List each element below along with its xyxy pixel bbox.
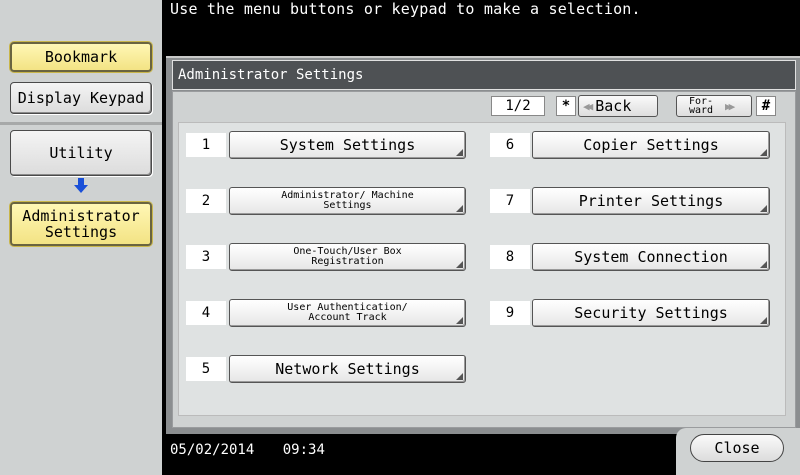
security-settings-button[interactable]: Security Settings xyxy=(532,299,770,327)
hash-key[interactable]: # xyxy=(756,96,776,116)
menu-label: Printer Settings xyxy=(578,192,724,210)
top-message-bar: Use the menu buttons or keypad to make a… xyxy=(162,0,800,56)
datetime: 05/02/2014 09:34 xyxy=(170,442,325,458)
back-button[interactable]: ◀◀ Back xyxy=(578,95,658,117)
time-text: 09:34 xyxy=(282,442,325,458)
printer-settings-button[interactable]: Printer Settings xyxy=(532,187,770,215)
copier-settings-button[interactable]: Copier Settings xyxy=(532,131,770,159)
menu-number: 1 xyxy=(186,133,226,157)
network-settings-button[interactable]: Network Settings xyxy=(229,355,466,383)
close-button[interactable]: Close xyxy=(690,434,784,462)
one-touch-user-box-registration-button[interactable]: One-Touch/User Box Registration xyxy=(229,243,466,271)
separator xyxy=(0,122,162,125)
menu-number: 6 xyxy=(490,133,530,157)
display-keypad-button[interactable]: Display Keypad xyxy=(10,82,152,114)
system-connection-button[interactable]: System Connection xyxy=(532,243,770,271)
forward-button[interactable]: For-ward ▶▶ xyxy=(676,95,752,117)
menu-label: Network Settings xyxy=(275,360,420,378)
menu-number: 8 xyxy=(490,245,530,269)
bookmark-button[interactable]: Bookmark xyxy=(10,42,152,72)
forward-label: For-ward xyxy=(688,96,714,116)
date-text: 05/02/2014 xyxy=(170,442,255,458)
menu-number: 7 xyxy=(490,189,530,213)
menu-label: System Connection xyxy=(574,248,728,266)
menu-label: Copier Settings xyxy=(583,136,719,154)
menu-number: 9 xyxy=(490,301,530,325)
double-left-arrow-icon: ◀◀ xyxy=(583,99,593,113)
menu-label: System Settings xyxy=(279,136,416,154)
arrow-down-icon xyxy=(74,178,88,193)
menu-label: User Authentication/ Account Track xyxy=(287,302,408,323)
back-label: Back xyxy=(595,97,632,115)
menu-label: Security Settings xyxy=(574,304,728,322)
administrator-machine-settings-button[interactable]: Administrator/ Machine Settings xyxy=(229,187,466,215)
utility-button[interactable]: Utility xyxy=(10,130,152,176)
menu-number: 3 xyxy=(186,245,226,269)
menu-label: One-Touch/User Box Registration xyxy=(293,246,402,267)
page-indicator: 1/2 xyxy=(491,96,545,116)
system-settings-button[interactable]: System Settings xyxy=(229,131,466,159)
menu-number: 2 xyxy=(186,189,226,213)
double-right-arrow-icon: ▶▶ xyxy=(725,99,735,113)
menu-label: Administrator/ Machine Settings xyxy=(281,190,414,211)
panel-title: Administrator Settings xyxy=(172,60,796,90)
user-authentication-account-track-button[interactable]: User Authentication/ Account Track xyxy=(229,299,466,327)
menu-number: 5 xyxy=(186,357,226,381)
menu-number: 4 xyxy=(186,301,226,325)
administrator-settings-nav-button[interactable]: Administrator Settings xyxy=(10,202,152,246)
star-key[interactable]: * xyxy=(556,96,576,116)
instruction-text: Use the menu buttons or keypad to make a… xyxy=(170,0,641,18)
